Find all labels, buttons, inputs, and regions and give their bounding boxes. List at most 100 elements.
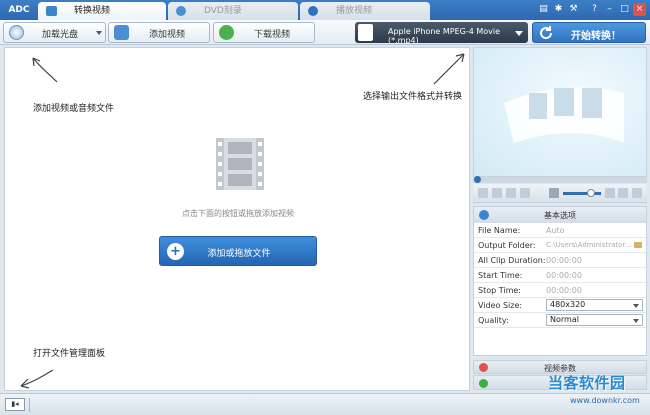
tab-dvd-burn[interactable]: DVD刻录 [168,2,298,20]
file-manager-toggle-button[interactable]: ▮◂ [5,398,25,411]
stop-time-field[interactable]: 00:00:00 [546,286,582,295]
hint-select-format: 选择输出文件格式并转换 [363,92,463,102]
option-row-file-name: File Name: Auto [474,223,646,238]
watermark-title: 当客软件园 [548,374,626,392]
quality-value: Normal [550,315,579,324]
tab-label: 转换视频 [74,6,111,16]
seek-bar[interactable] [473,176,647,183]
window-controls: ▤ ✱ ⚒ ? – □ × [537,3,646,17]
title-bar: ADC 转换视频 DVD刻录 播放视频 ▤ ✱ ⚒ ? – □ × [0,0,650,20]
option-key: Output Folder: [478,241,536,250]
option-key: All Clip Duration: [478,256,546,265]
drop-hint-text: 点击下面的按钮或拖放添加视频 [182,209,294,218]
tab-label: DVD刻录 [204,6,242,16]
output-folder-field[interactable]: C:\Users\Administrator... [546,241,631,249]
stop-icon[interactable] [492,188,502,198]
filmstrip-graphic [504,87,624,143]
refresh-icon [540,26,553,40]
option-key: File Name: [478,226,521,235]
watermark-url: www.downkr.com [570,396,640,405]
download-globe-icon [219,25,234,40]
file-list-area[interactable]: 添加视频或音频文件 点击下面的按钮或拖放添加视频 + 添加或拖放文件 打开文件管… [4,47,470,391]
chevron-down-icon [515,31,523,36]
add-or-drop-label: 添加或拖放文件 [207,249,271,259]
tab-convert-video[interactable]: 转换视频 [38,2,166,20]
volume-handle[interactable] [587,189,595,197]
separator [582,3,586,16]
option-row-output-folder: Output Folder: C:\Users\Administrator... [474,238,646,253]
audio-params-icon [479,379,488,388]
gear-icon[interactable]: ✱ [552,3,565,16]
basic-options-panel: 基本选项 File Name: Auto Output Folder: C:\U… [473,206,647,356]
film-icon [216,138,264,190]
option-row-quality: Quality: Normal [474,313,646,328]
add-video-label: 添加视频 [149,30,186,40]
file-name-field[interactable]: Auto [546,226,565,235]
folder-icon[interactable] [634,242,642,248]
disc-add-icon [9,25,24,40]
crop-icon[interactable] [605,188,615,198]
quality-select[interactable]: Normal [546,314,643,326]
tab-play-video[interactable]: 播放视频 [300,2,430,20]
volume-icon[interactable] [549,188,559,198]
play-icon [308,6,318,16]
output-format-select[interactable]: Apple iPhone MPEG-4 Movie (*.mp4) [355,22,528,45]
option-key: Start Time: [478,271,523,280]
option-row-start-time: Start Time: 00:00:00 [474,268,646,283]
add-video-button[interactable]: 添加视频 [108,22,210,43]
load-disc-label: 加载光盘 [42,30,79,40]
video-size-value: 480x320 [550,300,586,309]
convert-video-icon [46,6,57,16]
hint-open-manager: 打开文件管理面板 [33,349,106,359]
chevron-down-icon [633,304,639,308]
option-row-video-size: Video Size: 480x320 [474,298,646,313]
start-convert-label: 开始转换！ [571,31,621,42]
start-time-field[interactable]: 00:00:00 [546,271,582,280]
seek-handle[interactable] [474,176,481,183]
hint-add-file: 添加视频或音频文件 [33,104,115,114]
toolbar: 加载光盘 添加视频 下载视频 Apple iPhone MPEG-4 Movie… [0,20,650,45]
settings-icon [479,210,489,220]
minimize-icon[interactable]: – [603,3,616,16]
cut-icon[interactable] [618,188,628,198]
video-params-icon [479,363,488,372]
arrow-hint-manager [20,369,54,389]
divider [29,398,30,412]
maximize-icon[interactable]: □ [618,3,631,16]
film-add-icon [114,25,129,40]
basic-options-title: 基本选项 [544,211,576,220]
all-clip-duration-value: 00:00:00 [546,256,582,265]
phone-icon [358,24,373,41]
tools-icon[interactable]: ⚒ [567,3,580,16]
output-format-value: Apple iPhone MPEG-4 Movie (*.mp4) [388,27,501,45]
help-icon[interactable]: ? [588,3,601,16]
watermark: 当客软件园 www.downkr.com [540,372,648,412]
option-key: Video Size: [478,301,523,310]
basic-options-header[interactable]: 基本选项 [474,207,646,223]
tab-label: 播放视频 [336,6,373,16]
add-or-drop-file-button[interactable]: + 添加或拖放文件 [159,236,317,266]
player-controls [473,184,647,203]
chevron-down-icon[interactable] [96,31,102,35]
arrow-hint-add [32,57,58,83]
video-preview [473,47,647,177]
option-row-all-clip-duration: All Clip Duration: 00:00:00 [474,253,646,268]
video-size-select[interactable]: 480x320 [546,299,643,311]
option-key: Stop Time: [478,286,522,295]
volume-slider[interactable] [563,192,601,195]
app-logo: ADC [8,5,30,15]
download-video-label: 下载视频 [254,30,291,40]
arrow-hint-format [433,53,465,85]
close-icon[interactable]: × [633,3,646,16]
monitor-icon[interactable]: ▤ [537,3,550,16]
effects-icon[interactable] [632,188,642,198]
download-video-button[interactable]: 下载视频 [213,22,315,43]
snapshot-icon[interactable] [506,188,516,198]
load-disc-button[interactable]: 加载光盘 [3,22,106,43]
disc-icon [176,6,186,16]
option-row-stop-time: Stop Time: 00:00:00 [474,283,646,298]
fullscreen-icon[interactable] [520,188,530,198]
option-key: Quality: [478,316,509,325]
play-icon[interactable] [478,188,488,198]
start-convert-button[interactable]: 开始转换！ [532,22,646,43]
